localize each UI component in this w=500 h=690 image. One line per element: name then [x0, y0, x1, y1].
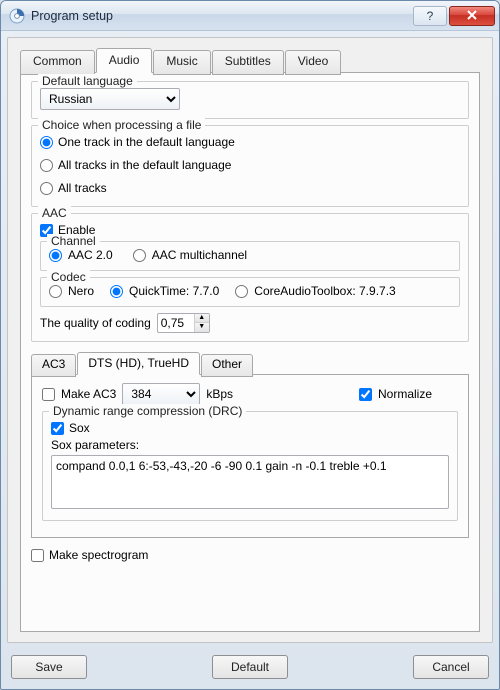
- group-channel: Channel AAC 2.0 AAC multichannel: [40, 241, 460, 271]
- titlebar: Program setup ?: [1, 1, 499, 31]
- radio-label: AAC 2.0: [68, 248, 113, 262]
- group-legend: Default language: [38, 74, 137, 88]
- close-icon: [466, 9, 478, 23]
- dialog-footer: Save Default Cancel: [1, 649, 499, 689]
- client-area: Common Audio Music Subtitles Video Defau…: [7, 37, 493, 643]
- tab-label: Subtitles: [225, 54, 271, 68]
- group-legend: Channel: [47, 234, 100, 248]
- radio-label: One track in the default language: [58, 135, 235, 149]
- sox-params-input[interactable]: [51, 455, 449, 509]
- group-legend: Choice when processing a file: [38, 118, 205, 132]
- radio-all-default[interactable]: [40, 159, 53, 172]
- sox-params-label: Sox parameters:: [51, 438, 449, 452]
- group-aac: AAC Enable Channel AAC 2.0 AAC multichan…: [31, 213, 469, 342]
- tab-common[interactable]: Common: [20, 50, 95, 75]
- group-legend: AAC: [38, 206, 71, 220]
- window-title: Program setup: [31, 9, 413, 23]
- tab-label: Audio: [109, 53, 140, 67]
- help-button[interactable]: ?: [413, 6, 447, 26]
- group-default-language: Default language Russian: [31, 81, 469, 119]
- radio-aac-multichannel[interactable]: [133, 249, 146, 262]
- tab-label: Other: [212, 357, 242, 371]
- radio-label: QuickTime: 7.7.0: [129, 284, 219, 298]
- group-drc: Dynamic range compression (DRC) Sox Sox …: [42, 411, 458, 521]
- checkbox-label: Make AC3: [61, 387, 116, 401]
- quality-input[interactable]: [158, 316, 194, 330]
- window: Program setup ? Common Audio Music Subti…: [0, 0, 500, 690]
- subtab-body-dts: Make AC3 384 kBps Normalize Dynamic rang…: [31, 374, 469, 538]
- radio-all-tracks[interactable]: [40, 182, 53, 195]
- tab-label: Music: [166, 54, 197, 68]
- radio-aac20[interactable]: [49, 249, 62, 262]
- tab-label: Common: [33, 54, 82, 68]
- tab-audio[interactable]: Audio: [96, 48, 153, 73]
- group-legend: Codec: [47, 270, 90, 284]
- default-button[interactable]: Default: [212, 655, 288, 679]
- app-icon: [9, 8, 25, 24]
- radio-label: All tracks: [58, 181, 107, 195]
- quality-label: The quality of coding: [40, 316, 151, 330]
- save-button[interactable]: Save: [11, 655, 87, 679]
- radio-codec-coreaudio[interactable]: [235, 285, 248, 298]
- codec-subtabs: AC3 DTS (HD), TrueHD Other: [31, 352, 469, 375]
- checkbox-label: Sox: [69, 421, 90, 435]
- make-ac3-checkbox[interactable]: [42, 388, 55, 401]
- radio-label: CoreAudioToolbox: 7.9.7.3: [254, 284, 395, 298]
- chevron-down-icon[interactable]: ▼: [195, 323, 209, 332]
- close-button[interactable]: [449, 6, 495, 26]
- default-language-select[interactable]: Russian: [40, 88, 180, 110]
- main-tabstrip: Common Audio Music Subtitles Video: [20, 48, 480, 73]
- radio-label: All tracks in the default language: [58, 158, 231, 172]
- radio-codec-nero[interactable]: [49, 285, 62, 298]
- normalize-checkbox[interactable]: [359, 388, 372, 401]
- button-label: Save: [35, 660, 62, 674]
- subtab-dts[interactable]: DTS (HD), TrueHD: [77, 352, 200, 375]
- radio-codec-quicktime[interactable]: [110, 285, 123, 298]
- tab-video[interactable]: Video: [285, 50, 341, 75]
- checkbox-label: Normalize: [378, 387, 432, 401]
- sox-checkbox[interactable]: [51, 422, 64, 435]
- tab-label: AC3: [42, 357, 65, 371]
- tab-subtitles[interactable]: Subtitles: [212, 50, 284, 75]
- subtab-other[interactable]: Other: [201, 354, 253, 377]
- tab-body-audio: Default language Russian Choice when pro…: [20, 72, 480, 632]
- group-codec: Codec Nero QuickTime: 7.7.0 CoreAudioToo…: [40, 277, 460, 307]
- spectrogram-checkbox[interactable]: [31, 549, 44, 562]
- bitrate-select[interactable]: 384: [122, 383, 200, 405]
- tab-label: DTS (HD), TrueHD: [88, 356, 189, 370]
- quality-spinner[interactable]: ▲ ▼: [157, 313, 210, 333]
- question-icon: ?: [427, 9, 434, 23]
- radio-one-track[interactable]: [40, 136, 53, 149]
- radio-label: AAC multichannel: [152, 248, 247, 262]
- button-label: Cancel: [432, 660, 469, 674]
- group-legend: Dynamic range compression (DRC): [49, 404, 246, 418]
- subtab-ac3[interactable]: AC3: [31, 354, 76, 377]
- group-processing-choice: Choice when processing a file One track …: [31, 125, 469, 207]
- tab-music[interactable]: Music: [153, 50, 210, 75]
- radio-label: Nero: [68, 284, 94, 298]
- bitrate-unit: kBps: [206, 387, 233, 401]
- chevron-up-icon[interactable]: ▲: [195, 314, 209, 323]
- button-label: Default: [231, 660, 269, 674]
- checkbox-label: Make spectrogram: [49, 548, 148, 562]
- titlebar-buttons: ?: [413, 6, 495, 26]
- cancel-button[interactable]: Cancel: [413, 655, 489, 679]
- tab-label: Video: [298, 54, 328, 68]
